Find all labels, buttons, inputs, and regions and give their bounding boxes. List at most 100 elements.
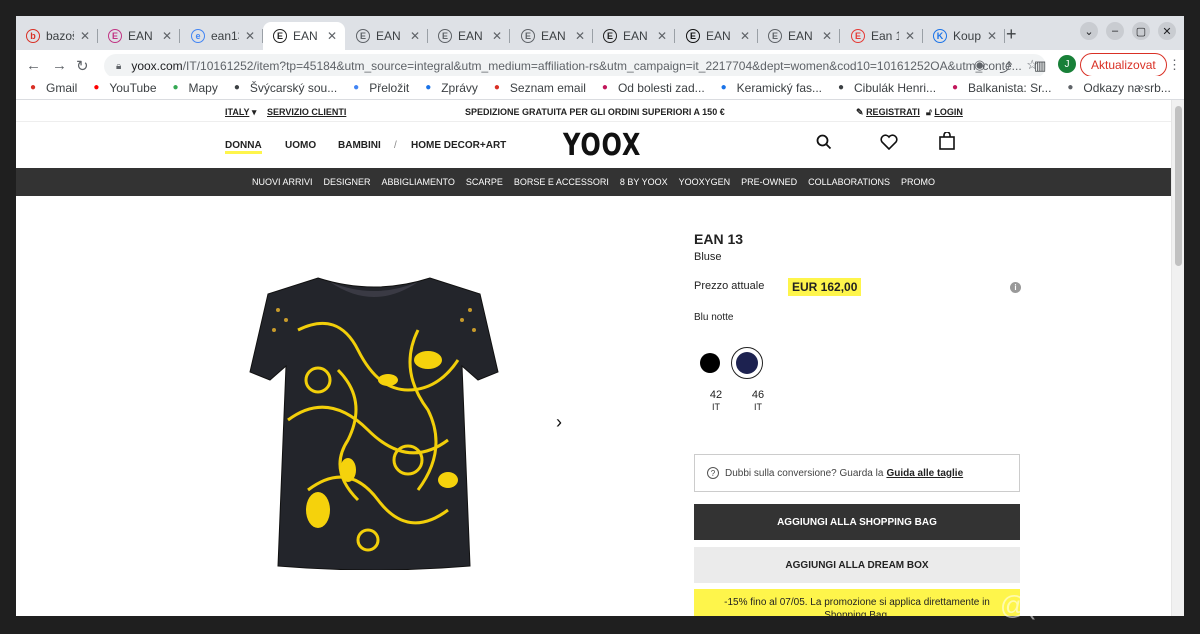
maximize-button[interactable]: ▢ bbox=[1132, 22, 1150, 40]
category-item[interactable]: ABBIGLIAMENTO bbox=[382, 177, 455, 187]
category-item[interactable]: COLLABORATIONS bbox=[808, 177, 890, 187]
close-tab-icon[interactable]: ✕ bbox=[987, 29, 997, 43]
color-swatch-blu-notte[interactable] bbox=[731, 347, 763, 379]
customer-service-link[interactable]: SERVIZIO CLIENTI bbox=[267, 107, 346, 117]
category-item[interactable]: DESIGNER bbox=[324, 177, 371, 187]
bookmark-item[interactable]: ● Přeložit bbox=[349, 81, 409, 95]
tab-7[interactable]: E EAN 1 ✕ bbox=[593, 22, 675, 50]
tab-8[interactable]: E EAN 1 ✕ bbox=[676, 22, 758, 50]
page-icon: E bbox=[438, 29, 452, 43]
close-tab-icon[interactable]: ✕ bbox=[575, 29, 585, 43]
tab-title: EAN 1 bbox=[788, 29, 816, 43]
category-item[interactable]: PRE-OWNED bbox=[741, 177, 797, 187]
tab-0[interactable]: bbazoš ✕ bbox=[16, 22, 98, 50]
yoox-logo[interactable]: YOOX bbox=[563, 128, 641, 163]
close-tab-icon[interactable]: ✕ bbox=[410, 29, 420, 43]
bookmark-item[interactable]: ● Keramický fas... bbox=[717, 81, 822, 95]
forward-icon[interactable]: → bbox=[52, 57, 67, 74]
add-to-bag-button[interactable]: AGGIUNGI ALLA SHOPPING BAG bbox=[694, 504, 1020, 540]
bookmark-item[interactable]: ● Gmail bbox=[26, 81, 77, 95]
tab-2[interactable]: e ean13 ✕ bbox=[181, 22, 263, 50]
page-icon: E bbox=[356, 29, 370, 43]
tab-3[interactable]: E EAN 1 ✕ bbox=[263, 22, 345, 50]
minimize-button[interactable]: – bbox=[1106, 22, 1124, 40]
tab-search-icon[interactable]: ⌄ bbox=[1080, 22, 1098, 40]
page-scrollbar[interactable] bbox=[1171, 100, 1184, 616]
close-window-button[interactable]: ✕ bbox=[1158, 22, 1176, 40]
bookmark-item[interactable]: ● Odkazy na srb... bbox=[1063, 81, 1170, 95]
lock-icon: 🔓︎ bbox=[926, 107, 932, 117]
login-link[interactable]: 🔓︎ LOGIN bbox=[926, 107, 963, 118]
register-link[interactable]: ✎ REGISTRATI bbox=[856, 107, 920, 118]
tab-title: EAN 1 bbox=[541, 29, 569, 43]
bookmark-item[interactable]: ● Seznam email bbox=[490, 81, 586, 95]
close-tab-icon[interactable]: ✕ bbox=[657, 29, 667, 43]
bookmark-item[interactable]: ● Balkanista: Sr... bbox=[948, 81, 1051, 95]
selected-color-name: Blu notte bbox=[694, 312, 734, 323]
close-tab-icon[interactable]: ✕ bbox=[740, 29, 750, 43]
color-swatch-black[interactable] bbox=[700, 353, 720, 373]
tab-10[interactable]: E Ean 1: ✕ bbox=[841, 22, 923, 50]
close-tab-icon[interactable]: ✕ bbox=[492, 29, 502, 43]
dark-icon: E bbox=[686, 29, 700, 43]
nav-donna[interactable]: DONNA bbox=[225, 140, 262, 154]
nav-home-decor[interactable]: HOME DECOR+ART bbox=[411, 140, 506, 151]
tab-5[interactable]: E EAN 1 ✕ bbox=[428, 22, 510, 50]
close-tab-icon[interactable]: ✕ bbox=[245, 29, 255, 43]
product-brand[interactable]: EAN 13 bbox=[694, 231, 743, 247]
bookmarks-more-icon[interactable]: » bbox=[1137, 80, 1144, 94]
country-selector[interactable]: ITALY ▾ bbox=[225, 107, 256, 118]
bookmark-item[interactable]: ● YouTube bbox=[89, 81, 156, 95]
category-item[interactable]: PROMO bbox=[901, 177, 935, 187]
tab-11[interactable]: K Koupi ✕ bbox=[923, 22, 1005, 50]
nav-bambini[interactable]: BAMBINI bbox=[338, 140, 381, 151]
nav-uomo[interactable]: UOMO bbox=[285, 140, 316, 151]
c-icon: E bbox=[851, 29, 865, 43]
bookmark-item[interactable]: ● Švýcarský sou... bbox=[230, 81, 337, 95]
reload-icon[interactable]: ↻ bbox=[76, 57, 89, 75]
tab-4[interactable]: E EAN 1 ✕ bbox=[346, 22, 428, 50]
tab-1[interactable]: E EAN 1 ✕ bbox=[98, 22, 180, 50]
menu-icon[interactable]: ⋮ bbox=[1168, 57, 1181, 73]
shopping-bag-icon[interactable] bbox=[938, 131, 956, 155]
category-item[interactable]: SCARPE bbox=[466, 177, 503, 187]
tracking-blocked-icon[interactable]: ◉ bbox=[974, 57, 985, 76]
close-tab-icon[interactable]: ✕ bbox=[80, 29, 90, 43]
size-option-42[interactable]: 42 IT bbox=[704, 389, 728, 413]
category-item[interactable]: BORSE E ACCESSORI bbox=[514, 177, 609, 187]
info-icon[interactable]: i bbox=[1010, 282, 1021, 293]
bookmark-item[interactable]: ● Cibulák Henri... bbox=[834, 81, 936, 95]
close-tab-icon[interactable]: ✕ bbox=[905, 29, 915, 43]
heart-icon[interactable] bbox=[880, 134, 898, 155]
tab-9[interactable]: E EAN 1 ✕ bbox=[758, 22, 840, 50]
product-image[interactable] bbox=[248, 270, 500, 570]
size-guide-link[interactable]: Guida alle taglie bbox=[886, 468, 963, 479]
bookmark-label: Zprávy bbox=[441, 80, 478, 95]
address-bar[interactable]: 🔒︎ yoox.com/IT/10161252/item?tp=45184&ut… bbox=[104, 54, 1046, 78]
search-icon[interactable] bbox=[816, 134, 832, 155]
bookmark-item[interactable]: ● Zprávy bbox=[421, 81, 478, 95]
url-domain: yoox.com bbox=[131, 59, 183, 73]
side-panel-icon[interactable]: ▥ bbox=[1034, 58, 1046, 74]
category-item[interactable]: YOOXYGEN bbox=[679, 177, 731, 187]
bookmark-item[interactable]: ● Od bolesti zad... bbox=[598, 81, 705, 95]
size-help-text: Dubbi sulla conversione? Guarda la bbox=[725, 467, 884, 479]
category-item[interactable]: 8 BY YOOX bbox=[620, 177, 668, 187]
bazos-icon: b bbox=[26, 29, 40, 43]
close-tab-icon[interactable]: ✕ bbox=[822, 29, 832, 43]
bookmark-item[interactable]: ● Mapy bbox=[169, 81, 217, 95]
back-icon[interactable]: ← bbox=[26, 57, 41, 74]
add-to-dream-box-button[interactable]: AGGIUNGI ALLA DREAM BOX bbox=[694, 547, 1020, 583]
close-tab-icon[interactable]: ✕ bbox=[162, 29, 172, 43]
tab-title: EAN 1 bbox=[376, 29, 404, 43]
profile-avatar[interactable]: J bbox=[1058, 55, 1076, 73]
tab-6[interactable]: E EAN 1 ✕ bbox=[511, 22, 593, 50]
carousel-next-icon[interactable]: › bbox=[556, 412, 562, 433]
new-tab-button[interactable]: + bbox=[1006, 24, 1017, 45]
close-tab-icon[interactable]: ✕ bbox=[327, 29, 337, 43]
share-icon[interactable]: ⤴ bbox=[999, 57, 1012, 76]
category-item[interactable]: NUOVI ARRIVI bbox=[252, 177, 313, 187]
update-button[interactable]: Aktualizovat bbox=[1080, 53, 1167, 77]
bookmark-label: Gmail bbox=[46, 80, 78, 95]
size-option-46[interactable]: 46 IT bbox=[746, 389, 770, 413]
